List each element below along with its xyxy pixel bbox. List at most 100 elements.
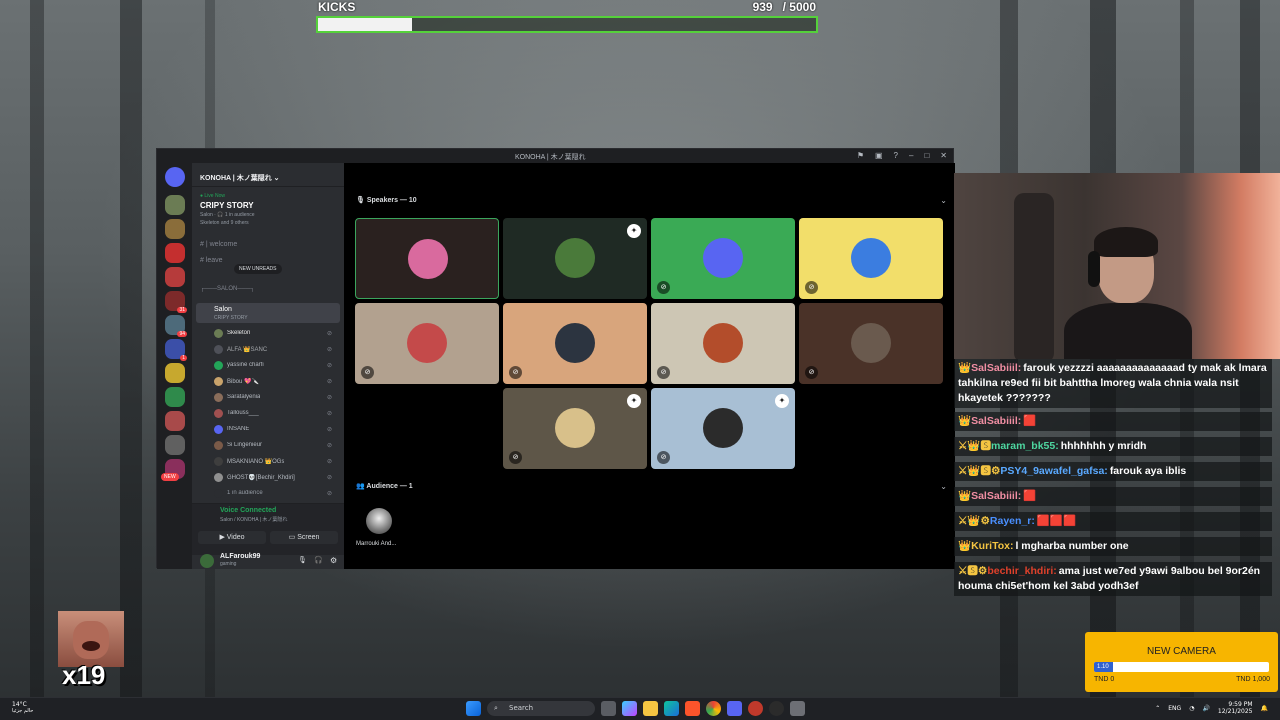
voice-member[interactable]: Si Lingenieur ⊘ — [214, 439, 332, 451]
chat-username[interactable]: PSY4_9awafel_gafsa: — [1000, 465, 1107, 477]
windows-start-icon[interactable] — [466, 701, 481, 716]
video-button[interactable]: ▶ Video — [198, 531, 266, 544]
server-icon[interactable]: 1 — [165, 339, 187, 361]
flag-icon[interactable]: ⚑ — [857, 151, 864, 160]
speaker-tile[interactable]: ⊘ — [503, 303, 647, 384]
volume-icon[interactable]: 🔊 — [1202, 705, 1209, 712]
live-stage-name: CRIPY STORY — [200, 201, 254, 210]
discord-window[interactable]: KONOHA | 木ノ葉隠れ ⚑ ▣ ? – □ ✕ 31 94 1 NEW K… — [156, 148, 955, 569]
muted-mic-icon: ⊘ — [326, 442, 332, 449]
app-icon[interactable] — [748, 701, 763, 716]
chat-badges: ⚔👑🆂 — [958, 440, 991, 452]
moderator-icon: ✦ — [627, 394, 641, 408]
voice-member[interactable]: 1 in audience ⊘ — [214, 487, 332, 499]
server-icon[interactable]: 31 — [165, 291, 187, 313]
speaker-tile[interactable]: ⊘ ✦ — [503, 388, 647, 469]
server-icon[interactable] — [165, 363, 185, 383]
chrome-icon[interactable] — [706, 701, 721, 716]
taskbar-apps: ⌕ Search — [466, 701, 805, 716]
speaker-avatar — [703, 408, 743, 448]
voice-member[interactable]: yassine charfi ⊘ — [214, 359, 332, 371]
search-box[interactable]: ⌕ Search — [487, 701, 595, 716]
chevron-down-icon[interactable]: ⌄ — [940, 196, 947, 205]
wifi-icon[interactable]: ◔ — [1189, 705, 1194, 712]
stage-channel-salon[interactable]: Salon CRIPY STORY — [196, 303, 340, 323]
voice-member[interactable]: MSAKNIANO 👑OGs ⊘ — [214, 455, 332, 467]
settings-icon[interactable]: ⚙ — [330, 556, 337, 565]
discord-taskbar-icon[interactable] — [727, 701, 742, 716]
chat-message: 👑SalSabiiil: farouk yezzzzi aaaaaaaaaaaaa… — [954, 359, 1272, 408]
chevron-down-icon[interactable]: ⌄ — [940, 482, 947, 491]
server-icon[interactable]: 94 — [165, 315, 187, 337]
discord-home-icon[interactable] — [165, 167, 185, 187]
brave-icon[interactable] — [685, 701, 700, 716]
user-panel: ALFarouk99 gaming 🎙 🎧 ⚙ — [192, 553, 344, 569]
maximize-icon[interactable]: □ — [924, 151, 929, 160]
speaker-tile[interactable]: ⊘ — [651, 218, 795, 299]
screen-button[interactable]: ▭ Screen — [270, 531, 338, 544]
server-icon[interactable] — [165, 219, 185, 239]
speaker-tile[interactable]: ✦ — [503, 218, 647, 299]
muted-mic-icon: ⊘ — [805, 281, 818, 294]
edge-icon[interactable] — [664, 701, 679, 716]
weather-widget[interactable]: 14°C حالم جزئيا — [12, 701, 33, 714]
notifications-icon[interactable]: 🔔 — [1261, 705, 1268, 712]
server-icon[interactable] — [165, 267, 185, 287]
app-icon[interactable] — [790, 701, 805, 716]
chat-username[interactable]: SalSabiiil: — [971, 490, 1021, 502]
server-icon[interactable] — [165, 411, 185, 431]
inbox-icon[interactable]: ▣ — [875, 151, 883, 160]
voice-member[interactable]: Saratalyenia ⊘ — [214, 391, 332, 403]
speaker-tile[interactable]: ⊘ ✦ — [651, 388, 795, 469]
voice-channel[interactable]: Salon / KONOHA | 木ノ葉隠れ — [220, 516, 287, 523]
live-now-panel[interactable]: ● Live Now CRIPY STORY Salon · 🎧 1 in au… — [192, 187, 344, 226]
chat-username[interactable]: KuriTox: — [971, 540, 1013, 552]
server-icon[interactable] — [165, 195, 185, 215]
chat-username[interactable]: maram_bk55: — [991, 440, 1059, 452]
voice-member[interactable]: INSANE ⊘ — [214, 423, 332, 435]
voice-member[interactable]: Tallouss___ ⊘ — [214, 407, 332, 419]
chat-username[interactable]: bechir_khdiri: — [987, 565, 1056, 577]
obs-icon[interactable] — [769, 701, 784, 716]
speaker-tile[interactable]: ⊘ — [799, 218, 943, 299]
muted-mic-icon: ⊘ — [326, 394, 332, 401]
server-header[interactable]: KONOHA | 木ノ葉隠れ ⌄ — [192, 163, 344, 187]
channel-welcome[interactable]: # | welcome — [200, 241, 237, 248]
folder-icon[interactable] — [643, 701, 658, 716]
voice-member[interactable]: GHOST💀[Bechir_Khdiri] ⊘ — [214, 471, 332, 483]
copilot-icon[interactable] — [622, 701, 637, 716]
speaker-avatar — [703, 323, 743, 363]
new-unreads-pill[interactable]: NEW UNREADS — [234, 264, 282, 274]
chat-username[interactable]: SalSabiiil: — [971, 415, 1021, 427]
avatar[interactable] — [200, 554, 214, 568]
speaker-tile[interactable]: ⊘ — [799, 303, 943, 384]
server-icon[interactable] — [165, 387, 185, 407]
server-icon[interactable] — [165, 435, 185, 455]
voice-member[interactable]: Skeleton ⊘ — [214, 327, 332, 339]
voice-member[interactable]: Bibou 💖🔪 ⊘ — [214, 375, 332, 387]
speaker-tile[interactable]: ⊘ — [651, 303, 795, 384]
channel-category[interactable]: ┌───SALON───┐ — [200, 286, 254, 292]
chat-username[interactable]: SalSabiiil: — [971, 362, 1021, 374]
mic-icon[interactable]: 🎙 — [298, 556, 307, 564]
webcam-feed — [954, 173, 1280, 359]
speaker-tile[interactable] — [355, 218, 499, 299]
language-indicator[interactable]: ENG — [1168, 705, 1181, 712]
close-icon[interactable]: ✕ — [940, 151, 947, 160]
voice-member[interactable]: ALFA 👑SANC ⊘ — [214, 343, 332, 355]
tray-chevron-icon[interactable]: ⌃ — [1155, 705, 1160, 712]
avatar — [214, 440, 223, 450]
minimize-icon[interactable]: – — [909, 151, 913, 160]
headphones-icon[interactable]: 🎧 — [314, 556, 323, 564]
clock[interactable]: 9:59 PM 12/21/2025 — [1218, 701, 1253, 715]
chat-username[interactable]: Rayen_r: — [990, 515, 1035, 527]
server-icon[interactable] — [165, 243, 185, 263]
chat-badges: 👑 — [958, 362, 972, 374]
salon-topic: CRIPY STORY — [214, 315, 248, 321]
help-icon[interactable]: ? — [894, 151, 898, 160]
channel-leave[interactable]: # leave — [200, 257, 223, 264]
speaker-tile[interactable]: ⊘ — [355, 303, 499, 384]
kicks-total: / 5000 — [782, 0, 816, 14]
task-view-icon[interactable] — [601, 701, 616, 716]
audience-avatar[interactable] — [366, 508, 392, 534]
